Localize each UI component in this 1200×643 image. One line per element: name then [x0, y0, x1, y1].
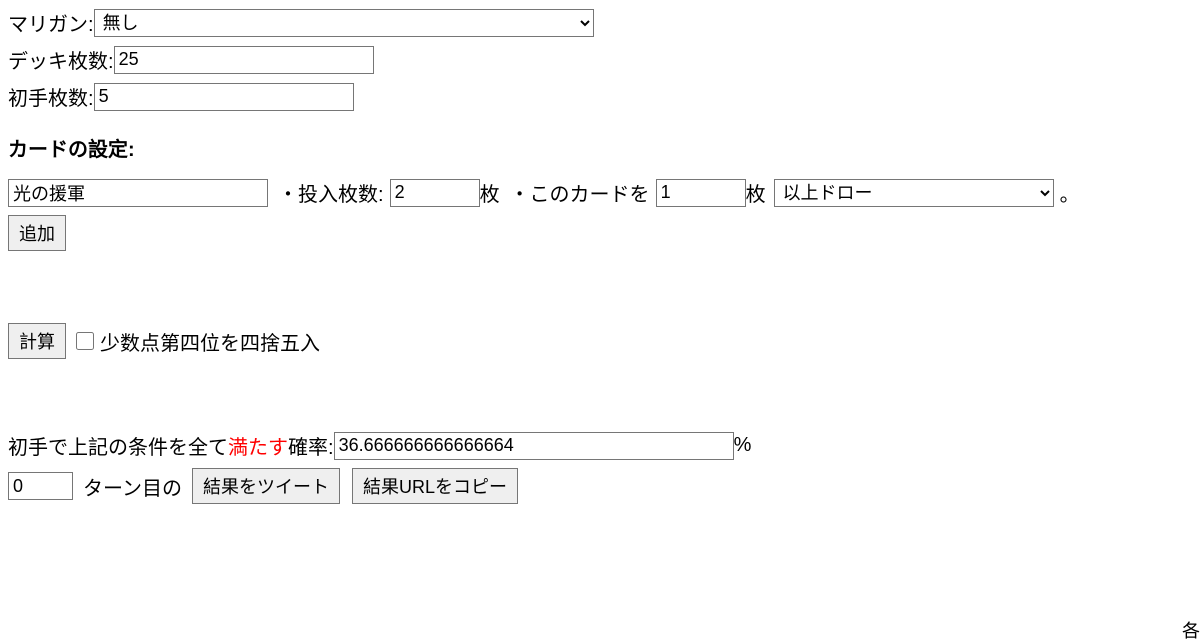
hand-count-label: 初手枚数:: [8, 82, 94, 111]
turn-label: ターン目の: [83, 472, 182, 501]
calculate-button[interactable]: 計算: [8, 323, 66, 359]
round-checkbox-label: 少数点第四位を四捨五入: [100, 327, 320, 356]
card-settings-heading: カードの設定:: [8, 133, 1192, 162]
count-prefix-label: ・投入枚数:: [278, 178, 384, 207]
result-prefix-label: 初手で上記の条件を全て: [8, 431, 228, 460]
result-highlight-label: 満たす: [228, 431, 288, 460]
draw-suffix-label: 枚: [746, 178, 766, 207]
mulligan-select[interactable]: 無し: [94, 9, 594, 37]
deck-count-input[interactable]: [114, 46, 374, 74]
hand-count-input[interactable]: [94, 83, 354, 111]
round-checkbox[interactable]: [76, 332, 94, 350]
draw-prefix-label: ・このカードを: [510, 178, 650, 207]
result-suffix-label: %: [734, 434, 752, 457]
result-value-input[interactable]: [334, 432, 734, 460]
card-name-input[interactable]: [8, 179, 268, 207]
card-count-input[interactable]: [390, 179, 480, 207]
result-prefix2-label: 確率:: [288, 431, 334, 460]
tweet-result-button[interactable]: 結果をツイート: [192, 468, 340, 504]
turn-input[interactable]: [8, 472, 73, 500]
deck-count-label: デッキ枚数:: [8, 45, 114, 74]
copy-url-button[interactable]: 結果URLをコピー: [352, 468, 518, 504]
mulligan-label: マリガン:: [8, 8, 94, 37]
count-suffix-label: 枚: [480, 178, 500, 207]
period-label: 。: [1060, 178, 1080, 207]
corner-text: 各: [1182, 617, 1200, 643]
add-button[interactable]: 追加: [8, 215, 66, 251]
draw-condition-select[interactable]: 以上ドロー: [774, 179, 1054, 207]
draw-count-input[interactable]: [656, 179, 746, 207]
